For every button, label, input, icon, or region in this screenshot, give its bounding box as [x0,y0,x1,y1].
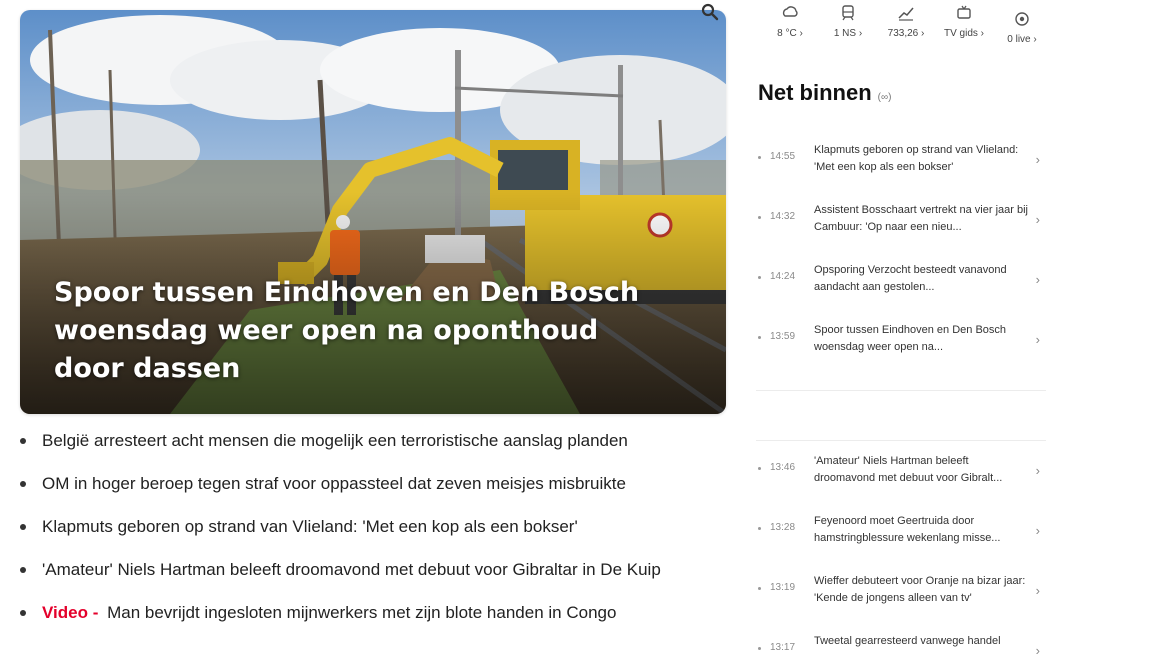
chevron-right-icon: › [1035,463,1040,478]
timeline-dot [758,587,761,590]
feed-time: 13:59 [770,331,796,342]
timeline-dot [758,336,761,339]
bullet-icon [20,481,26,487]
weather-link[interactable]: 8 °C › [762,4,818,39]
timeline-dot [758,467,761,470]
feed-item[interactable]: 13:59 Spoor tussen Eindhoven en Den Bosc… [756,316,1046,376]
headline-text[interactable]: Man bevrijdt ingesloten mijnwerkers met … [107,603,616,622]
feed-item[interactable]: 14:55 Klapmuts geboren op strand van Vli… [756,136,1046,196]
latest-news-feed-more: 13:46 'Amateur' Niels Hartman beleeft dr… [756,440,1046,668]
headline-item[interactable]: Video - Man bevrijdt ingesloten mijnwerk… [20,602,740,645]
bullet-icon [20,438,26,444]
train-icon [842,5,854,21]
headline-text[interactable]: 'Amateur' Niels Hartman beleeft droomavo… [42,560,661,579]
nu-homepage: Spoor tussen Eindhoven en Den Bosch woen… [0,0,1158,668]
feed-item[interactable]: 14:32 Assistent Bosschaart vertrekt na v… [756,196,1046,256]
feed-time: 13:17 [770,642,796,653]
feed-time: 13:19 [770,582,796,593]
feed-item[interactable]: 13:46 'Amateur' Niels Hartman beleeft dr… [756,447,1046,507]
feed-text[interactable]: Spoor tussen Eindhoven en Den Bosch woen… [814,322,1028,356]
chevron-right-icon: › [1035,152,1040,167]
headline-list: België arresteert acht mensen die mogeli… [20,430,740,645]
live-label: 0 live › [1007,34,1037,45]
hero-article[interactable]: Spoor tussen Eindhoven en Den Bosch woen… [20,10,726,414]
stocks-icon [898,7,914,21]
chevron-right-icon: › [1035,523,1040,538]
headline-text[interactable]: Klapmuts geboren op strand van Vlieland:… [42,517,578,536]
feed-text[interactable]: Assistent Bosschaart vertrekt na vier ja… [814,202,1028,236]
live-icon [1015,12,1029,26]
feed-text[interactable]: Wieffer debuteert voor Oranje na bizar j… [814,573,1028,607]
headline-item[interactable]: OM in hoger beroep tegen straf voor oppa… [20,473,740,516]
timeline-dot [758,647,761,650]
latest-news-feed: 14:55 Klapmuts geboren op strand van Vli… [756,136,1046,391]
weather-icon [782,6,798,17]
feed-text[interactable]: Opsporing Verzocht besteedt vanavond aan… [814,262,1028,296]
tv-label: TV gids › [943,28,984,39]
stocks-label: 733,26 › [887,28,925,39]
net-binnen-title: Net binnen [758,80,872,105]
feed-text[interactable]: Feyenoord moet Geertruida door hamstring… [814,513,1028,547]
video-tag: Video - [42,603,99,622]
bullet-icon [20,567,26,573]
feed-time: 14:24 [770,271,796,282]
feed-time: 13:46 [770,462,796,473]
feed-text[interactable]: Klapmuts geboren op strand van Vlieland:… [814,142,1028,176]
feed-time: 14:55 [770,151,796,162]
timeline-dot [758,527,761,530]
headline-text[interactable]: OM in hoger beroep tegen straf voor oppa… [42,474,626,493]
timeline-dot [758,276,761,279]
chevron-right-icon: › [1035,272,1040,287]
feed-item[interactable]: 14:24 Opsporing Verzocht besteedt vanavo… [756,256,1046,316]
page-margin [1050,0,1158,668]
bullet-icon [20,524,26,530]
feed-text[interactable]: Tweetal gearresteerd vanwege handel [814,633,1028,650]
headline-text[interactable]: België arresteert acht mensen die mogeli… [42,431,628,450]
chevron-right-icon: › [1035,643,1040,658]
weather-label: 8 °C › [777,28,803,39]
chevron-right-icon: › [1035,212,1040,227]
stocks-link[interactable]: 733,26 › [878,4,934,39]
feed-text[interactable]: 'Amateur' Niels Hartman beleeft droomavo… [814,453,1028,487]
headline-item[interactable]: Klapmuts geboren op strand van Vlieland:… [20,516,740,559]
timeline-dot [758,216,761,219]
live-link[interactable]: 0 live › [994,10,1050,45]
train-label: 1 NS › [833,28,863,39]
headline-item[interactable]: 'Amateur' Niels Hartman beleeft droomavo… [20,559,740,602]
net-binnen-more[interactable]: (∞) [878,92,892,103]
net-binnen-heading: Net binnen (∞) [758,80,891,106]
feed-item[interactable]: 13:17 Tweetal gearresteerd vanwege hande… [756,627,1046,668]
search-icon[interactable] [700,2,720,22]
feed-item[interactable]: 13:19 Wieffer debuteert voor Oranje na b… [756,567,1046,627]
headline-item[interactable]: België arresteert acht mensen die mogeli… [20,430,740,473]
tv-icon [957,5,971,19]
feed-time: 14:32 [770,211,796,222]
service-strip: 8 °C › 1 NS › 733,26 › TV gids › 0 live … [762,4,1062,82]
tv-link[interactable]: TV gids › [936,4,992,39]
train-link[interactable]: 1 NS › [820,4,876,39]
chevron-right-icon: › [1035,583,1040,598]
feed-item[interactable]: 13:28 Feyenoord moet Geertruida door ham… [756,507,1046,567]
hero-title[interactable]: Spoor tussen Eindhoven en Den Bosch woen… [54,274,654,388]
timeline-dot [758,156,761,159]
chevron-right-icon: › [1035,332,1040,347]
feed-time: 13:28 [770,522,796,533]
bullet-icon [20,610,26,616]
